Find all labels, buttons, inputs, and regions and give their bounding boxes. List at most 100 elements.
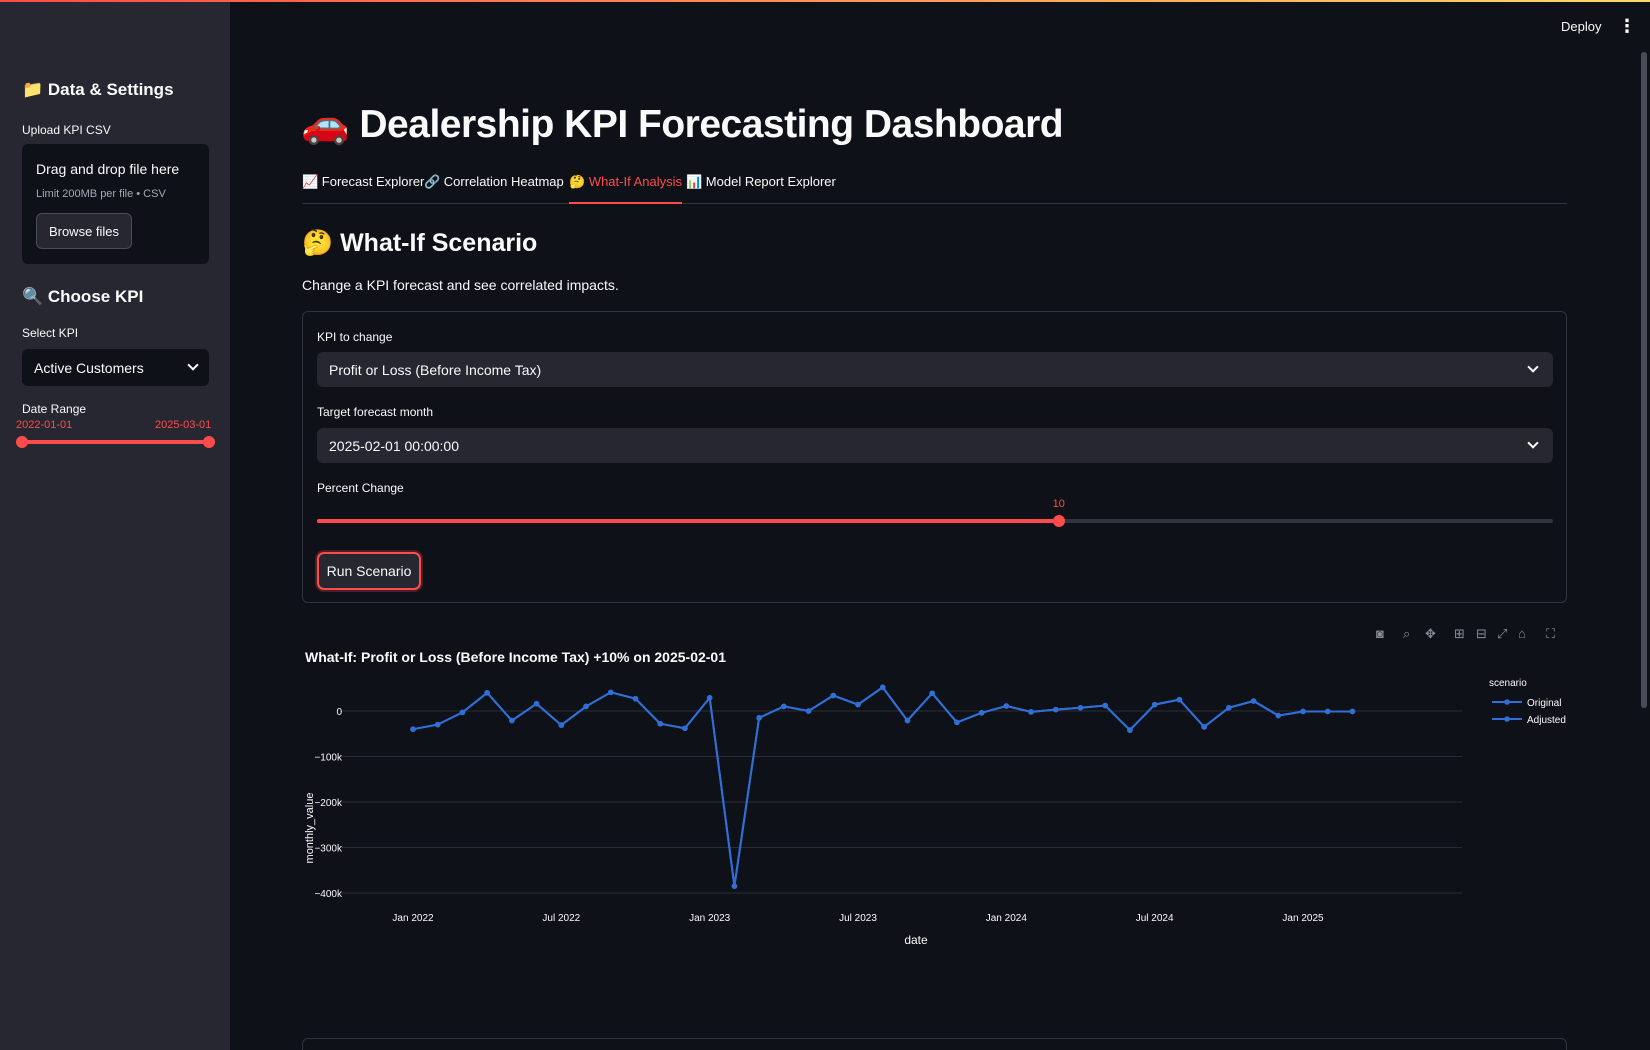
- data-point-adjusted: [1028, 709, 1034, 715]
- data-point-adjusted: [1349, 708, 1356, 715]
- data-point-adjusted: [954, 719, 960, 726]
- percent-change-slider[interactable]: [317, 515, 1553, 527]
- main-menu-icon[interactable]: ⋮: [1618, 16, 1636, 37]
- dropzone-limit: Limit 200MB per file • CSV: [36, 188, 166, 200]
- file-dropzone[interactable]: Drag and drop file here Limit 200MB per …: [22, 144, 209, 264]
- data-point-adjusted: [1127, 727, 1133, 733]
- data-point-adjusted: [756, 715, 762, 721]
- tab-forecast-explorer[interactable]: 📈 Forecast Explorer: [302, 174, 424, 204]
- x-axis-title: date: [904, 933, 928, 947]
- date-range-end-handle[interactable]: [203, 436, 215, 448]
- section-description: Change a KPI forecast and see correlated…: [302, 277, 619, 293]
- kpi-change-label: KPI to change: [317, 330, 393, 344]
- data-point-adjusted: [731, 883, 738, 889]
- data-point-adjusted: [583, 703, 589, 710]
- percent-change-value: 10: [1052, 498, 1065, 510]
- date-range-label: Date Range: [22, 402, 87, 416]
- tab-model-report-explorer[interactable]: 📊 Model Report Explorer: [686, 174, 836, 204]
- data-point-adjusted: [410, 726, 416, 732]
- legend-marker-original: [1504, 699, 1510, 705]
- data-point-adjusted: [781, 703, 787, 710]
- data-point-adjusted: [904, 717, 911, 724]
- deploy-button[interactable]: Deploy: [1561, 19, 1601, 34]
- y-tick-label: −300k: [314, 844, 343, 855]
- data-point-adjusted: [558, 722, 565, 728]
- data-point-adjusted: [1077, 705, 1084, 711]
- data-point-adjusted: [459, 709, 466, 716]
- x-tick-label: Jan 2023: [689, 913, 731, 924]
- legend-marker-adjusted: [1504, 716, 1510, 722]
- data-point-adjusted: [682, 725, 688, 732]
- select-kpi-dropdown[interactable]: Active Customers: [22, 349, 209, 386]
- tab-what-if-analysis[interactable]: 🤔 What-If Analysis: [569, 174, 682, 204]
- target-month-value: 2025-02-01 00:00:00: [329, 437, 459, 454]
- chevron-down-icon: [1527, 361, 1539, 373]
- data-point-adjusted: [1324, 708, 1331, 715]
- zoom-in-icon[interactable]: ⊞: [1454, 626, 1465, 642]
- what-if-chart[interactable]: 0 −100k −200k −300k −400k Jan 2022 Jul 2022 Jan…: [300, 678, 1590, 1010]
- kpi-change-value: Profit or Loss (Before Income Tax): [329, 361, 542, 378]
- data-point-adjusted: [657, 720, 664, 727]
- upload-label: Upload KPI CSV: [22, 123, 111, 137]
- fullscreen-icon[interactable]: ⛶: [1546, 626, 1555, 642]
- section-title: 🤔 What-If Scenario: [302, 229, 538, 257]
- date-range-start-handle[interactable]: [16, 436, 28, 448]
- data-point-adjusted: [879, 684, 886, 691]
- results-table: [302, 1038, 1567, 1050]
- data-point-adjusted: [929, 690, 935, 697]
- tab-correlation-heatmap[interactable]: 🔗 Correlation Heatmap: [424, 174, 564, 204]
- date-range-track[interactable]: [22, 440, 209, 444]
- date-range-start: 2022-01-01: [16, 419, 73, 431]
- run-scenario-button[interactable]: Run Scenario: [317, 552, 421, 590]
- what-if-form: KPI to change Profit or Loss (Before Inc…: [302, 311, 1567, 603]
- choose-kpi-heading: 🔍 Choose KPI: [22, 287, 144, 306]
- kpi-change-dropdown[interactable]: Profit or Loss (Before Income Tax): [317, 352, 1553, 387]
- data-point-adjusted: [706, 695, 713, 701]
- chevron-down-icon: [1527, 437, 1539, 449]
- data-point-adjusted: [830, 692, 837, 699]
- percent-change-label: Percent Change: [317, 481, 404, 495]
- top-accent-bar: [0, 0, 1650, 2]
- select-kpi-label: Select KPI: [22, 326, 79, 340]
- data-point-adjusted: [1300, 708, 1306, 715]
- date-range-end: 2025-03-01: [155, 419, 212, 431]
- data-point-adjusted: [533, 700, 540, 707]
- data-point-adjusted: [1151, 701, 1158, 708]
- x-tick-label: Jul 2024: [1136, 913, 1174, 924]
- y-axis-title: monthly_value: [304, 793, 316, 864]
- select-kpi-value: Active Customers: [34, 359, 144, 376]
- data-point-adjusted: [632, 695, 639, 702]
- data-point-adjusted: [434, 721, 441, 728]
- data-point-adjusted: [855, 701, 861, 708]
- data-point-adjusted: [1003, 703, 1010, 709]
- chevron-down-icon: [187, 359, 199, 371]
- autoscale-icon[interactable]: ⤢: [1497, 626, 1507, 642]
- series-line-adjusted: [412, 685, 1353, 887]
- zoom-out-icon[interactable]: ⊟: [1476, 626, 1487, 642]
- page-title: 🚗 Dealership KPI Forecasting Dashboard: [301, 103, 1064, 146]
- camera-icon[interactable]: ◙: [1376, 626, 1384, 641]
- data-point-adjusted: [1226, 705, 1232, 711]
- browse-files-button[interactable]: Browse files: [36, 213, 132, 249]
- zoom-icon[interactable]: ⌕: [1403, 626, 1410, 642]
- data-point-adjusted: [978, 710, 985, 716]
- data-point-adjusted: [509, 717, 515, 724]
- percent-change-fill: [317, 519, 1059, 523]
- reset-axes-icon[interactable]: ⌂: [1518, 626, 1526, 641]
- y-tick-label: −200k: [314, 798, 343, 809]
- y-tick-label: −400k: [314, 889, 343, 900]
- x-tick-label: Jan 2022: [392, 913, 434, 924]
- scrollbar[interactable]: [1641, 52, 1647, 708]
- tab-bar: 📈 Forecast Explorer 🔗 Correlation Heatma…: [302, 174, 1567, 204]
- data-point-adjusted: [1201, 724, 1207, 730]
- legend-label-original: Original: [1527, 698, 1561, 709]
- data-settings-heading: 📁 Data & Settings: [22, 80, 174, 99]
- pan-icon[interactable]: ✥: [1425, 626, 1436, 642]
- legend-title: scenario: [1489, 678, 1527, 689]
- data-point-adjusted: [607, 689, 614, 696]
- data-point-adjusted: [1052, 706, 1059, 713]
- target-month-dropdown[interactable]: 2025-02-01 00:00:00: [317, 428, 1553, 463]
- percent-change-handle[interactable]: [1052, 515, 1065, 527]
- data-point-adjusted: [1176, 696, 1183, 703]
- y-tick-label: −100k: [314, 753, 343, 764]
